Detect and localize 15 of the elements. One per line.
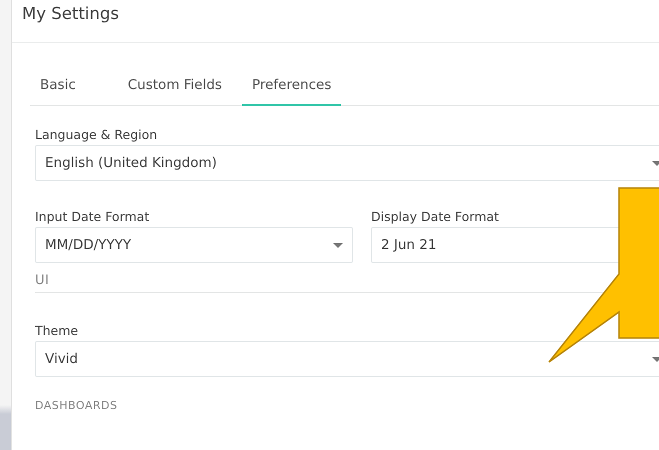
theme-dropdown[interactable]: Vivid <box>35 341 659 377</box>
language-dropdown[interactable]: English (United Kingdom) <box>35 145 659 181</box>
section-heading: DASHBOARDS <box>35 399 118 414</box>
field-label: Input Date Format <box>35 209 150 224</box>
tab[interactable]: Basic <box>30 73 86 106</box>
caret-icon <box>652 356 659 362</box>
window-title: My Settings <box>22 4 119 23</box>
tab[interactable]: Preferences <box>242 73 342 106</box>
caret-icon <box>652 160 659 166</box>
tab[interactable]: Custom Fields <box>118 73 232 106</box>
field-label: Theme <box>35 323 80 338</box>
caret-icon <box>333 242 343 248</box>
date-format-dropdown[interactable]: MM/DD/YYYY <box>35 227 353 263</box>
field-label: Display Date Format <box>371 209 500 224</box>
field-label: Language & Region <box>35 127 158 142</box>
